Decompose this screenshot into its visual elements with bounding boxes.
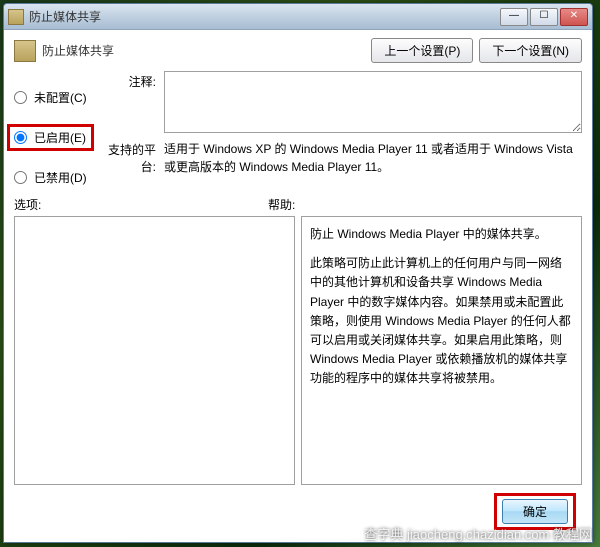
platform-label: 支持的平台:: [104, 139, 164, 176]
radio-disabled-label: 已禁用(D): [34, 169, 87, 186]
help-paragraph-2: 此策略可防止此计算机上的任何用户与同一网络中的其他计算机和设备共享 Window…: [310, 254, 573, 388]
ok-highlight: 确定: [494, 493, 576, 530]
radio-disabled-input[interactable]: [14, 171, 27, 184]
app-icon: [8, 9, 24, 25]
fields-column: 注释: 支持的平台: 适用于 Windows XP 的 Windows Medi…: [104, 71, 582, 186]
panes: 防止 Windows Media Player 中的媒体共享。 此策略可防止此计…: [14, 216, 582, 485]
radio-enabled[interactable]: 已启用(E): [7, 124, 94, 151]
comment-label: 注释:: [104, 71, 164, 133]
help-pane: 防止 Windows Media Player 中的媒体共享。 此策略可防止此计…: [301, 216, 582, 485]
radio-group: 未配置(C) 已启用(E) 已禁用(D): [14, 71, 94, 186]
options-pane: [14, 216, 295, 485]
help-label: 帮助:: [268, 196, 295, 213]
radio-not-configured-input[interactable]: [14, 91, 27, 104]
footer: 确定: [14, 485, 582, 534]
platform-text: 适用于 Windows XP 的 Windows Media Player 11…: [164, 139, 582, 176]
policy-title: 防止媒体共享: [42, 42, 114, 59]
close-button[interactable]: ✕: [560, 8, 588, 26]
header-row: 防止媒体共享 上一个设置(P) 下一个设置(N): [14, 38, 582, 63]
radio-not-configured-label: 未配置(C): [34, 89, 87, 106]
radio-disabled[interactable]: 已禁用(D): [14, 169, 94, 186]
titlebar[interactable]: 防止媒体共享 — ☐ ✕: [4, 4, 592, 30]
maximize-button[interactable]: ☐: [530, 8, 558, 26]
form-area: 未配置(C) 已启用(E) 已禁用(D) 注释:: [14, 71, 582, 186]
window-controls: — ☐ ✕: [500, 8, 588, 26]
radio-enabled-input[interactable]: [14, 131, 27, 144]
content-area: 防止媒体共享 上一个设置(P) 下一个设置(N) 未配置(C) 已启用(E): [4, 30, 592, 542]
comment-input[interactable]: [164, 71, 582, 133]
radio-not-configured[interactable]: 未配置(C): [14, 89, 94, 106]
radio-enabled-label: 已启用(E): [34, 129, 86, 146]
next-setting-button[interactable]: 下一个设置(N): [479, 38, 582, 63]
window-title: 防止媒体共享: [29, 8, 500, 25]
help-paragraph-1: 防止 Windows Media Player 中的媒体共享。: [310, 225, 573, 244]
policy-icon: [14, 40, 36, 62]
prev-setting-button[interactable]: 上一个设置(P): [371, 38, 473, 63]
pane-labels: 选项: 帮助:: [14, 196, 582, 213]
ok-button[interactable]: 确定: [502, 499, 568, 524]
minimize-button[interactable]: —: [500, 8, 528, 26]
dialog-window: 防止媒体共享 — ☐ ✕ 防止媒体共享 上一个设置(P) 下一个设置(N): [3, 3, 593, 543]
options-label: 选项:: [14, 196, 268, 213]
